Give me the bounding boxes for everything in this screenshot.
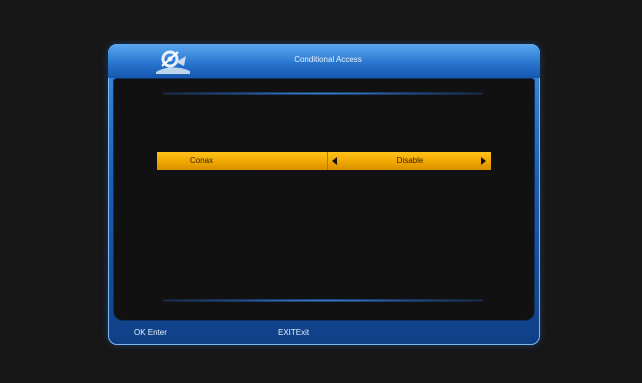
conditional-access-dialog: Conditional Access Conax Disable OK Ente…	[108, 44, 540, 345]
ok-hint[interactable]: OK Enter	[134, 328, 167, 337]
setting-label: Conax	[190, 156, 214, 165]
decorative-glow-line	[163, 299, 483, 302]
exit-hint[interactable]: EXITExit	[278, 328, 309, 337]
ok-action-label: Enter	[147, 328, 167, 337]
exit-key-label: EXIT	[278, 328, 296, 337]
dialog-title: Conditional Access	[294, 55, 362, 64]
decorative-glow-line	[163, 92, 483, 95]
row-divider	[327, 152, 328, 170]
setting-row-conax[interactable]: Conax Disable	[157, 152, 491, 170]
dialog-footer: OK Enter EXITExit	[108, 321, 540, 345]
dialog-titlebar: Conditional Access	[108, 44, 540, 78]
setting-value: Disable	[396, 156, 424, 165]
tv-screen: Conditional Access Conax Disable OK Ente…	[0, 0, 642, 383]
ok-key-label: OK	[134, 328, 146, 337]
dialog-body: Conax Disable	[113, 78, 535, 321]
triangle-right-icon[interactable]	[481, 157, 486, 165]
exit-action-label: Exit	[295, 328, 310, 337]
